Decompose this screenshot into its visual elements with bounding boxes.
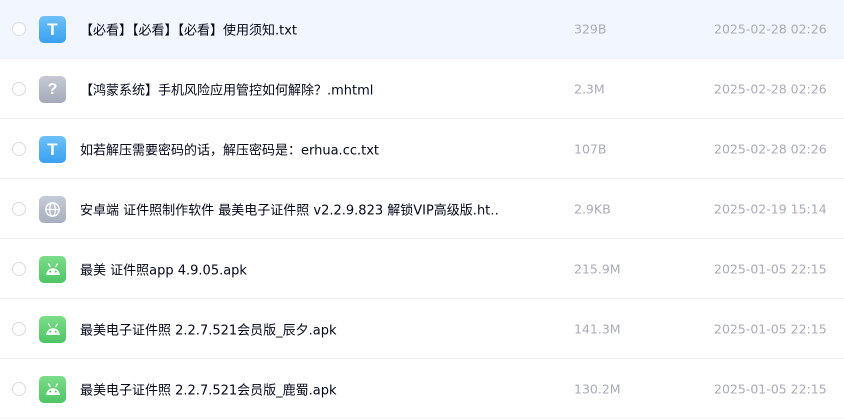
file-date: 2025-01-05 22:15 [714, 321, 827, 337]
apk-file-icon [39, 376, 66, 403]
apk-file-icon [39, 316, 66, 343]
file-size: 2.3M [574, 81, 605, 97]
file-row[interactable]: T 如若解压需要密码的话，解压密码是：erhua.cc.txt 107B 202… [0, 120, 844, 179]
row-checkbox[interactable] [12, 142, 26, 156]
row-checkbox[interactable] [12, 262, 26, 276]
file-row[interactable]: 最美电子证件照 2.2.7.521会员版_鹿蜀.apk 130.2M 2025-… [0, 360, 844, 419]
file-name[interactable]: 最美电子证件照 2.2.7.521会员版_辰夕.apk [80, 320, 500, 339]
file-size: 2.9KB [574, 201, 611, 217]
file-row[interactable]: 安卓端 证件照制作软件 最美电子证件照 v2.2.9.823 解锁VIP高级版.… [0, 180, 844, 239]
txt-file-icon: T [39, 136, 66, 163]
file-date: 2025-02-28 02:26 [714, 81, 827, 97]
row-checkbox[interactable] [12, 82, 26, 96]
file-date: 2025-01-05 22:15 [714, 381, 827, 397]
file-name[interactable]: 安卓端 证件照制作软件 最美电子证件照 v2.2.9.823 解锁VIP高级版.… [80, 200, 500, 219]
file-name[interactable]: 【鸿蒙系统】手机风险应用管控如何解除？.mhtml [80, 80, 500, 99]
apk-file-icon [39, 256, 66, 283]
file-row[interactable]: 最美 证件照app 4.9.05.apk 215.9M 2025-01-05 2… [0, 240, 844, 299]
android-icon [45, 263, 60, 275]
android-icon [45, 383, 60, 395]
file-size: 130.2M [574, 381, 621, 397]
txt-file-icon: T [39, 16, 66, 43]
web-file-icon [39, 196, 66, 223]
file-size: 141.3M [574, 321, 621, 337]
row-checkbox[interactable] [12, 322, 26, 336]
file-name[interactable]: 最美电子证件照 2.2.7.521会员版_鹿蜀.apk [80, 380, 500, 399]
file-name[interactable]: 【必看】【必看】【必看】使用须知.txt [80, 20, 500, 39]
file-name[interactable]: 如若解压需要密码的话，解压密码是：erhua.cc.txt [80, 140, 500, 159]
row-checkbox[interactable] [12, 202, 26, 216]
row-checkbox[interactable] [12, 382, 26, 396]
file-row[interactable]: ? 【鸿蒙系统】手机风险应用管控如何解除？.mhtml 2.3M 2025-02… [0, 60, 844, 119]
file-list: T 【必看】【必看】【必看】使用须知.txt 329B 2025-02-28 0… [0, 0, 844, 419]
file-size: 215.9M [574, 261, 621, 277]
file-row[interactable]: T 【必看】【必看】【必看】使用须知.txt 329B 2025-02-28 0… [0, 0, 844, 59]
file-size: 107B [574, 141, 607, 157]
file-date: 2025-02-28 02:26 [714, 141, 827, 157]
row-checkbox[interactable] [12, 22, 26, 36]
globe-icon [45, 202, 60, 217]
unknown-file-icon: ? [39, 76, 66, 103]
file-date: 2025-02-19 15:14 [714, 201, 827, 217]
file-row[interactable]: 最美电子证件照 2.2.7.521会员版_辰夕.apk 141.3M 2025-… [0, 300, 844, 359]
android-icon [45, 323, 60, 335]
file-size: 329B [574, 21, 607, 37]
file-date: 2025-01-05 22:15 [714, 261, 827, 277]
file-date: 2025-02-28 02:26 [714, 21, 827, 37]
file-name[interactable]: 最美 证件照app 4.9.05.apk [80, 260, 500, 279]
